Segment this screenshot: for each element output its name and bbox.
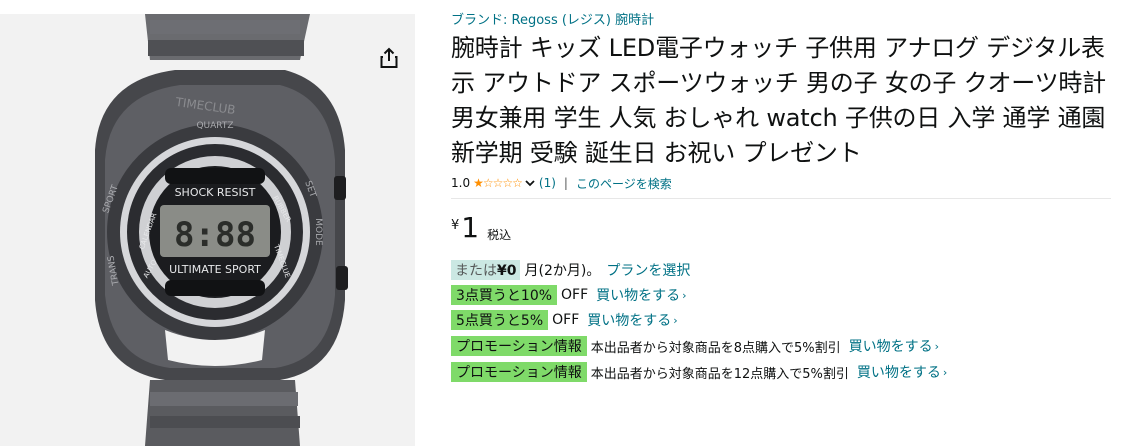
svg-text:8:88: 8:88 bbox=[174, 215, 256, 255]
star-rating[interactable]: ★☆☆☆☆ bbox=[473, 176, 523, 190]
promotion-row: プロモーション情報 本出品者から対象商品を8点購入で5%割引 買い物をする › bbox=[451, 336, 1111, 356]
product-image-panel[interactable]: 8:88 SHOCK RESIST ULTIMATE SPORT QUARTZ … bbox=[0, 14, 415, 446]
watch-mode-text: MODE bbox=[313, 218, 323, 246]
watch-quartz-text: QUARTZ bbox=[196, 121, 233, 131]
chevron-right-icon: › bbox=[682, 288, 687, 302]
watch-ultimate-text: ULTIMATE SPORT bbox=[169, 263, 261, 276]
promotion-badge: プロモーション情報 bbox=[451, 336, 587, 356]
rating-row: 1.0 ★☆☆☆☆ (1) | このページを検索 bbox=[451, 174, 1111, 192]
product-details: ブランド: Regoss (レジス) 腕時計 腕時計 キッズ LED電子ウォッチ… bbox=[451, 12, 1111, 382]
share-icon[interactable] bbox=[379, 47, 399, 69]
offer-text: OFF bbox=[561, 287, 589, 303]
installment-prefix: または bbox=[455, 263, 497, 279]
brand-link[interactable]: ブランド: Regoss (レジス) 腕時計 bbox=[451, 12, 1111, 30]
offer-text: OFF bbox=[552, 312, 580, 328]
product-title: 腕時計 キッズ LED電子ウォッチ 子供用 アナログ デジタル表示 アウトドア … bbox=[451, 34, 1106, 167]
promotion-text: 本出品者から対象商品を12点購入で5%割引 bbox=[590, 366, 849, 382]
promotion-badge: プロモーション情報 bbox=[451, 362, 587, 382]
chevron-right-icon: › bbox=[673, 313, 678, 327]
chevron-down-icon[interactable] bbox=[525, 176, 535, 190]
shop-link[interactable]: 買い物をする bbox=[849, 336, 933, 356]
rating-separator: | bbox=[563, 176, 568, 190]
search-page-link[interactable]: このページを検索 bbox=[576, 175, 672, 192]
offer-badge: 3点買うと10% bbox=[451, 285, 558, 305]
promotion-row: プロモーション情報 本出品者から対象商品を12点購入で5%割引 買い物をする › bbox=[451, 362, 1111, 382]
promotion-text: 本出品者から対象商品を8点購入で5%割引 bbox=[590, 340, 841, 356]
rating-value: 1.0 bbox=[451, 176, 471, 190]
select-plan-link[interactable]: プランを選択 bbox=[606, 260, 690, 280]
installment-amount: ¥0 bbox=[497, 263, 517, 279]
price: ¥ 1 税込 bbox=[451, 214, 1111, 244]
watch-shock-text: SHOCK RESIST bbox=[175, 186, 256, 199]
chevron-right-icon: › bbox=[934, 339, 940, 353]
offer-row: 5点買うと5% OFF 買い物をする › bbox=[451, 310, 1111, 330]
divider bbox=[451, 198, 1111, 199]
review-count-link[interactable]: (1) bbox=[539, 176, 556, 190]
offer-row: 3点買うと10% OFF 買い物をする › bbox=[451, 285, 1111, 305]
offer-badge: 5点買うと5% bbox=[451, 310, 549, 330]
product-image-watch[interactable]: 8:88 SHOCK RESIST ULTIMATE SPORT QUARTZ … bbox=[0, 14, 415, 446]
installment-row: または¥0 月(2か月)。 プランを選択 bbox=[451, 260, 1111, 280]
installment-badge: または¥0 bbox=[451, 260, 521, 280]
price-tax-label: 税込 bbox=[487, 228, 512, 242]
installment-months: 月(2か月)。 bbox=[524, 263, 601, 279]
chevron-right-icon: › bbox=[942, 365, 948, 379]
share-button[interactable] bbox=[375, 44, 403, 72]
price-whole: 1 bbox=[461, 211, 480, 244]
price-symbol: ¥ bbox=[451, 218, 460, 233]
shop-link[interactable]: 買い物をする bbox=[596, 285, 680, 305]
shop-link[interactable]: 買い物をする bbox=[857, 362, 941, 382]
shop-link[interactable]: 買い物をする bbox=[587, 310, 671, 330]
